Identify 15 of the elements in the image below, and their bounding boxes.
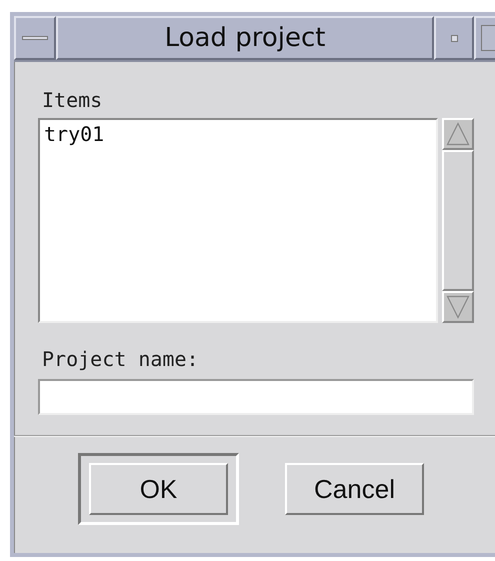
project-name-field[interactable] [38, 379, 474, 415]
menu-bar-icon [22, 36, 48, 40]
window-title: Load project [56, 16, 434, 60]
project-name-label: Project name: [42, 347, 200, 373]
scroll-thumb[interactable] [442, 150, 474, 291]
scroll-down-button[interactable] [442, 291, 474, 323]
minimize-button[interactable] [434, 16, 474, 60]
items-list[interactable]: try01 [38, 118, 438, 323]
items-label: Items [42, 88, 104, 114]
list-item[interactable]: try01 [44, 122, 432, 146]
default-button[interactable]: OK [78, 453, 239, 525]
dialog-button[interactable]: Cancel [285, 463, 424, 515]
scroll-up-button[interactable] [442, 118, 474, 150]
scrollbar[interactable] [442, 118, 474, 323]
window-menu-button[interactable] [14, 16, 56, 60]
